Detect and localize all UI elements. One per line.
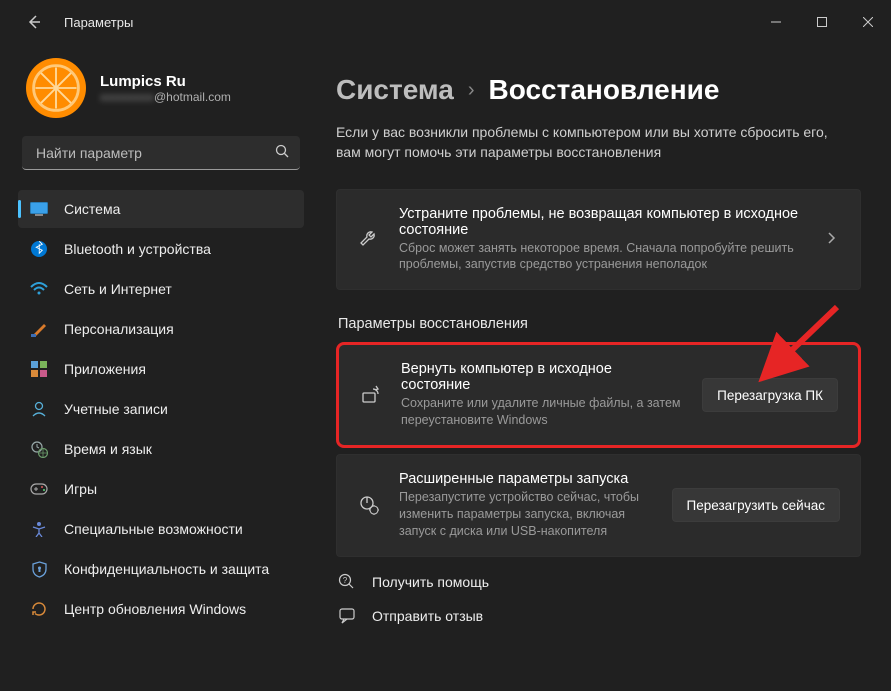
app-title: Параметры	[64, 15, 133, 30]
intro-text: Если у вас возникли проблемы с компьютер…	[336, 122, 846, 163]
link-label: Отправить отзыв	[372, 608, 483, 624]
get-help-link[interactable]: ? Получить помощь	[338, 573, 861, 591]
search-icon	[275, 144, 290, 162]
card-desc: Сохраните или удалите личные файлы, а за…	[401, 395, 684, 429]
nav-label: Центр обновления Windows	[64, 601, 246, 617]
search-input[interactable]	[36, 145, 275, 161]
nav-label: Специальные возможности	[64, 521, 243, 537]
maximize-button[interactable]	[799, 6, 845, 38]
troubleshoot-card[interactable]: Устраните проблемы, не возвращая компьют…	[336, 189, 861, 291]
nav-label: Игры	[64, 481, 97, 497]
shield-icon	[30, 560, 48, 578]
avatar	[26, 58, 86, 118]
card-desc: Перезапустите устройство сейчас, чтобы и…	[399, 489, 654, 540]
svg-text:?: ?	[343, 576, 348, 585]
nav-item-network[interactable]: Сеть и Интернет	[18, 270, 304, 308]
chevron-right-icon: ›	[468, 79, 475, 102]
search-box[interactable]	[22, 136, 300, 170]
nav-label: Сеть и Интернет	[64, 281, 172, 297]
sidebar: Lumpics Ru xxxxxxxxx@hotmail.com Система…	[0, 44, 312, 691]
titlebar: Параметры	[0, 0, 891, 44]
nav-item-system[interactable]: Система	[18, 190, 304, 228]
reset-pc-button[interactable]: Перезагрузка ПК	[702, 378, 838, 412]
accessibility-icon	[30, 520, 48, 538]
gamepad-icon	[30, 480, 48, 498]
help-icon: ?	[338, 573, 358, 591]
nav-label: Персонализация	[64, 321, 174, 337]
card-title: Расширенные параметры запуска	[399, 471, 654, 487]
nav-item-bluetooth[interactable]: Bluetooth и устройства	[18, 230, 304, 268]
update-icon	[30, 600, 48, 618]
chevron-right-icon	[824, 231, 840, 247]
nav-item-apps[interactable]: Приложения	[18, 350, 304, 388]
nav-item-time-language[interactable]: Время и язык	[18, 430, 304, 468]
breadcrumb-parent[interactable]: Система	[336, 74, 454, 106]
feedback-link[interactable]: Отправить отзыв	[338, 607, 861, 625]
wifi-icon	[30, 280, 48, 298]
card-title: Вернуть компьютер в исходное состояние	[401, 361, 684, 393]
profile-name: Lumpics Ru	[100, 73, 231, 90]
nav-label: Учетные записи	[64, 401, 168, 417]
feedback-icon	[338, 607, 358, 625]
nav-item-accounts[interactable]: Учетные записи	[18, 390, 304, 428]
breadcrumb-current: Восстановление	[489, 74, 720, 106]
section-label: Параметры восстановления	[338, 316, 861, 332]
nav-label: Bluetooth и устройства	[64, 241, 211, 257]
window-controls	[753, 6, 891, 38]
advanced-startup-card: Расширенные параметры запуска Перезапуст…	[336, 454, 861, 557]
reset-pc-card: Вернуть компьютер в исходное состояние С…	[336, 342, 861, 448]
back-button[interactable]	[16, 4, 52, 40]
clock-globe-icon	[30, 440, 48, 458]
wrench-icon	[357, 228, 381, 250]
nav-label: Время и язык	[64, 441, 152, 457]
nav-item-gaming[interactable]: Игры	[18, 470, 304, 508]
breadcrumb: Система › Восстановление	[336, 74, 861, 106]
profile-email: xxxxxxxxx@hotmail.com	[100, 90, 231, 104]
nav-list: Система Bluetooth и устройства Сеть и Ин…	[18, 190, 304, 628]
card-title: Устраните проблемы, не возвращая компьют…	[399, 206, 806, 238]
content-area: Система › Восстановление Если у вас возн…	[312, 44, 891, 691]
close-button[interactable]	[845, 6, 891, 38]
bluetooth-icon	[30, 240, 48, 258]
nav-item-windows-update[interactable]: Центр обновления Windows	[18, 590, 304, 628]
nav-label: Система	[64, 201, 120, 217]
brush-icon	[30, 320, 48, 338]
link-label: Получить помощь	[372, 574, 489, 590]
person-icon	[30, 400, 48, 418]
apps-icon	[30, 360, 48, 378]
profile-block[interactable]: Lumpics Ru xxxxxxxxx@hotmail.com	[18, 58, 304, 118]
restart-now-button[interactable]: Перезагрузить сейчас	[672, 488, 840, 522]
nav-label: Приложения	[64, 361, 146, 377]
nav-item-privacy[interactable]: Конфиденциальность и защита	[18, 550, 304, 588]
card-desc: Сброс может занять некоторое время. Снач…	[399, 240, 806, 274]
minimize-button[interactable]	[753, 6, 799, 38]
nav-item-accessibility[interactable]: Специальные возможности	[18, 510, 304, 548]
nav-item-personalization[interactable]: Персонализация	[18, 310, 304, 348]
system-icon	[30, 200, 48, 218]
reset-icon	[359, 384, 383, 406]
nav-label: Конфиденциальность и защита	[64, 561, 269, 577]
power-gear-icon	[357, 494, 381, 516]
